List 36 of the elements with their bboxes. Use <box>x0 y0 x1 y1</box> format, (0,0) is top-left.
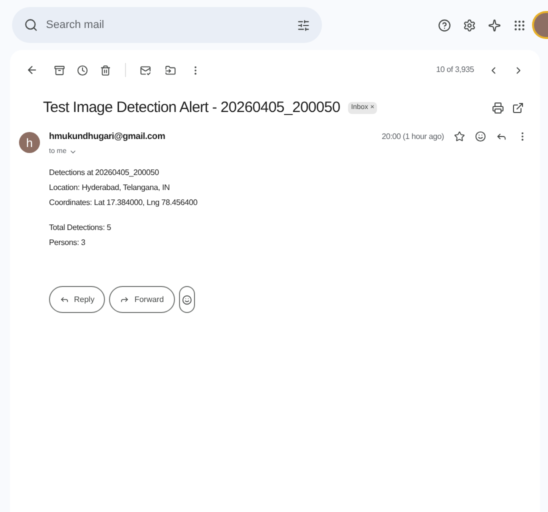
avatar-icon[interactable] <box>532 11 548 39</box>
print-icon[interactable] <box>492 102 504 114</box>
emoji-icon[interactable] <box>475 131 486 142</box>
apps-icon[interactable] <box>513 18 526 32</box>
settings-icon[interactable] <box>463 18 476 32</box>
search-bar[interactable]: Search mail <box>12 7 322 43</box>
back-icon[interactable] <box>26 64 38 76</box>
help-icon[interactable] <box>438 18 451 32</box>
body-line: Location: Hyderabad, Telangana, IN <box>49 182 171 193</box>
emoji-button[interactable] <box>178 286 195 313</box>
message-time: 20:00 (1 hour ago) <box>382 130 444 143</box>
folder-icon[interactable] <box>165 64 176 76</box>
emoji-icon <box>182 294 192 304</box>
forward-icon <box>120 295 130 304</box>
forward-button[interactable]: Forward <box>109 286 175 313</box>
search-field[interactable]: Search mail <box>46 16 289 34</box>
sender-avatar: h <box>19 132 40 153</box>
archive-icon[interactable] <box>54 64 65 76</box>
filter-icon[interactable] <box>297 18 310 32</box>
mail-icon[interactable] <box>140 64 151 76</box>
new-window-icon[interactable] <box>512 102 524 114</box>
subject-title: Test Image Detection Alert - 20260405_200050 <box>43 98 340 118</box>
clock-icon[interactable] <box>77 64 88 76</box>
body-line: Coordinates: Lat 17.384000, Lng 78.456400 <box>49 197 198 208</box>
search-icon[interactable] <box>24 18 38 32</box>
sender-email: hmukundhugari@gmail.com <box>49 130 166 143</box>
body-line: Detections at 20260405_200050 <box>49 167 160 178</box>
reply-button[interactable]: Reply <box>49 286 106 313</box>
message-count: 10 of 3,935 <box>436 64 474 76</box>
body-line: Total Detections: 5 <box>49 222 112 233</box>
star-icon[interactable] <box>454 131 465 142</box>
body-line: Persons: 3 <box>49 237 86 248</box>
reply-icon <box>60 295 69 304</box>
reply-icon[interactable] <box>496 131 507 142</box>
sparkle-icon[interactable] <box>488 18 501 32</box>
delete-icon[interactable] <box>100 64 111 76</box>
